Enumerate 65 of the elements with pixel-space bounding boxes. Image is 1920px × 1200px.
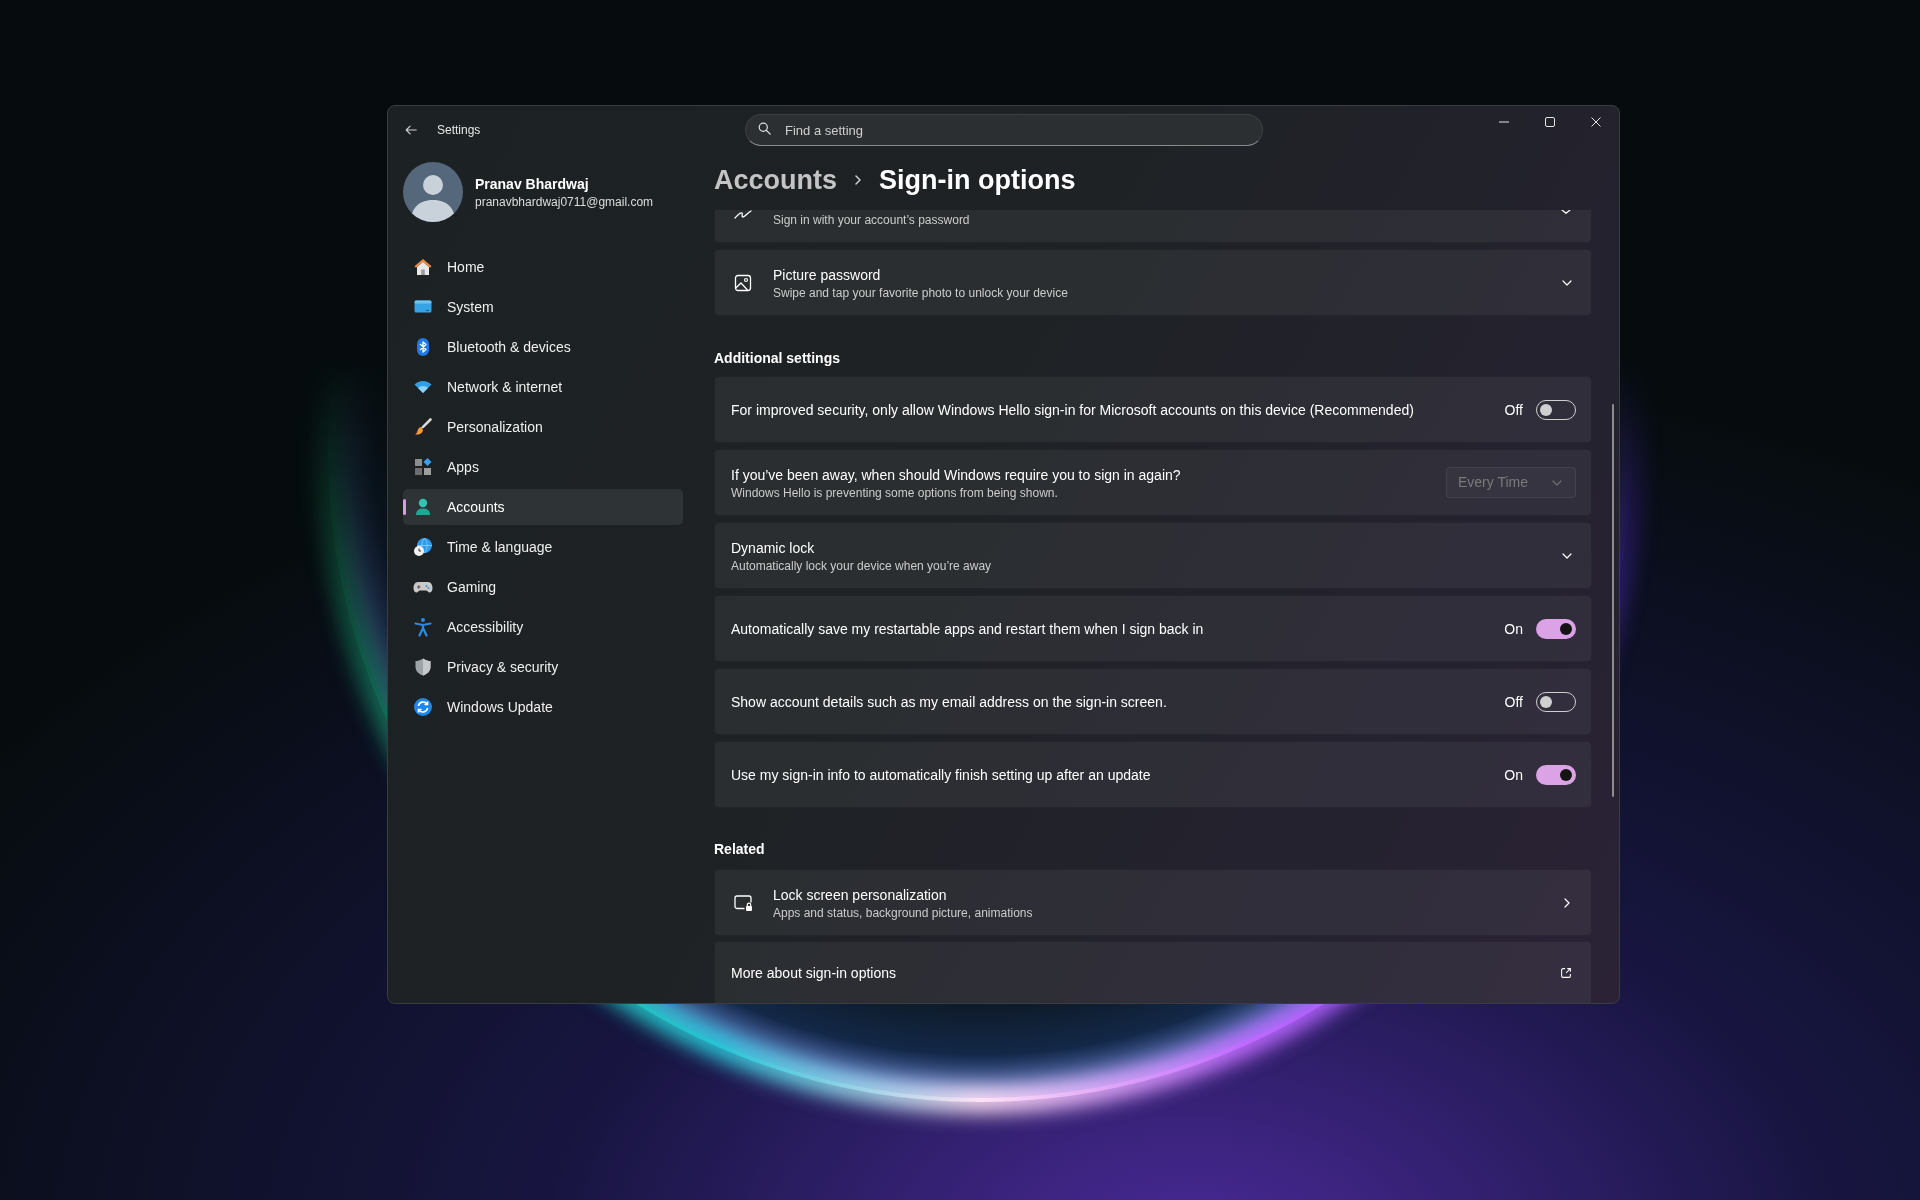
setting-title: Lock screen personalization — [773, 885, 948, 905]
monitor-lock-icon — [733, 892, 753, 913]
search-field[interactable]: Find a setting — [745, 114, 1263, 146]
link-card[interactable]: Lock screen personalization Apps and status, background picture, animations — [714, 869, 1592, 936]
nav-item[interactable]: System — [403, 289, 683, 325]
scrollbar[interactable] — [1612, 404, 1614, 797]
toggle-state-label: Off — [1504, 400, 1523, 420]
nav-item[interactable]: Home — [403, 249, 683, 285]
globe-clock-icon — [413, 537, 433, 557]
nav-item[interactable]: Apps — [403, 449, 683, 485]
toggle-switch[interactable] — [1536, 618, 1576, 639]
setting-description: Windows Hello is preventing some options from being shown. — [731, 484, 1059, 501]
nav-item[interactable]: Privacy & security — [403, 649, 683, 685]
nav-item[interactable]: Time & language — [403, 529, 683, 565]
sync-arrows-icon — [413, 697, 433, 717]
avatar-icon — [403, 162, 463, 222]
home-icon — [413, 257, 433, 277]
nav-item[interactable]: Bluetooth & devices — [403, 329, 683, 365]
maximize-icon — [1545, 117, 1555, 127]
section-heading: Related — [714, 840, 766, 859]
external-link-icon — [1559, 965, 1573, 980]
setting-title: Automatically save my restartable apps and restart them when I sign back in — [731, 619, 1205, 639]
page-title: Sign-in options — [879, 164, 1076, 197]
chevron-down-icon — [1561, 210, 1571, 214]
setting-title: If you’ve been away, when should Windows require you to sign in again? — [731, 465, 1182, 485]
toggle-state-label: On — [1504, 765, 1523, 785]
link-card[interactable]: More about sign-in options — [714, 941, 1592, 1003]
setting-description: Automatically lock your device when you’re away — [731, 557, 993, 574]
toggle-state-label: On — [1504, 619, 1523, 639]
setting-title: Picture password — [773, 265, 882, 285]
setting-title: More about sign-in options — [731, 963, 897, 983]
person-icon — [413, 497, 433, 517]
window-title: Settings — [437, 122, 481, 139]
back-arrow-icon — [404, 123, 418, 137]
nav-item[interactable]: Accessibility — [403, 609, 683, 645]
breadcrumb-link[interactable]: Accounts — [714, 162, 838, 198]
setting-description: Swipe and tap your favorite photo to unlock your device — [773, 284, 1069, 301]
section-heading: Additional settings — [714, 349, 841, 368]
nav-item[interactable]: Accounts — [403, 489, 683, 525]
accessibility-icon — [413, 617, 433, 637]
chevron-right-icon — [853, 173, 864, 187]
setting-title: Use my sign-in info to automatically finish setting up after an update — [731, 765, 1152, 785]
toggle-state-label: Off — [1504, 692, 1523, 712]
setting-description: Apps and status, background picture, animations — [773, 904, 1034, 921]
setting-title: Show account details such as my email address on the sign-in screen. — [731, 692, 1168, 712]
squiggle-icon — [733, 210, 753, 219]
close-icon — [1591, 117, 1601, 127]
profile-name: Pranav Bhardwaj — [475, 175, 590, 194]
nav-item[interactable]: Personalization — [403, 409, 683, 445]
toggle-switch[interactable] — [1536, 764, 1576, 785]
search-icon — [758, 122, 771, 135]
setting-title: Dynamic lock — [731, 538, 816, 558]
nav-item[interactable]: Network & internet — [403, 369, 683, 405]
minimize-icon — [1499, 121, 1509, 123]
nav-item[interactable]: Gaming — [403, 569, 683, 605]
expander-card[interactable]: Picture password Swipe and tap your favorite photo to unlock your device — [714, 249, 1592, 316]
paintbrush-icon — [413, 417, 433, 437]
setting-description: Sign in with your account’s password — [773, 212, 971, 228]
shield-icon — [413, 657, 433, 677]
profile-email: pranavbhardwaj0711@gmail.com — [475, 194, 654, 210]
apps-grid-icon — [413, 457, 433, 477]
nav-item[interactable]: Windows Update — [403, 689, 683, 725]
expander-card[interactable]: Dynamic lock Automatically lock your device when you’re away — [714, 522, 1592, 589]
setting-title: For improved security, only allow Windows Hello sign-in for Microsoft accounts on this device (Recommended) — [731, 400, 1415, 420]
picture-icon — [733, 272, 753, 293]
